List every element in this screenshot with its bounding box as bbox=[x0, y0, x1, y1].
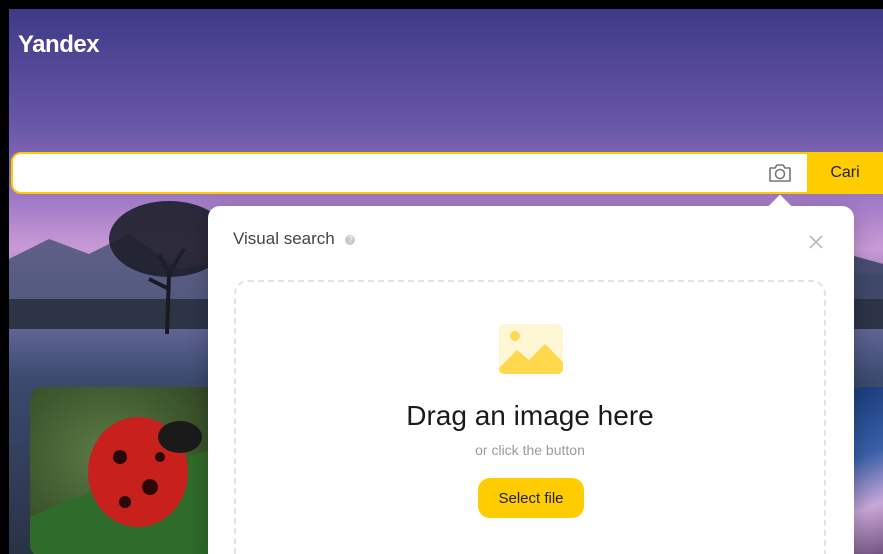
close-icon[interactable] bbox=[808, 234, 824, 250]
flowers-photo[interactable] bbox=[851, 387, 883, 554]
search-bar: Cari bbox=[11, 152, 883, 194]
search-input[interactable] bbox=[11, 152, 807, 194]
ladybug-photo[interactable] bbox=[30, 387, 220, 554]
or-click-text: or click the button bbox=[475, 442, 585, 458]
help-icon[interactable]: ? bbox=[345, 234, 356, 245]
camera-icon[interactable] bbox=[767, 161, 793, 185]
select-file-button[interactable]: Select file bbox=[478, 478, 584, 518]
dialog-pointer bbox=[768, 194, 792, 218]
visual-search-dialog: Visual search ? Drag an image here or cl… bbox=[208, 194, 854, 554]
search-button[interactable]: Cari bbox=[807, 152, 883, 194]
drag-image-text: Drag an image here bbox=[406, 400, 654, 431]
screen-frame: Yandex Cari Visual search ? Drag an imag… bbox=[0, 0, 883, 554]
image-dropzone[interactable]: Drag an image here or click the button S… bbox=[234, 280, 826, 554]
image-placeholder-icon bbox=[499, 324, 563, 374]
yandex-page: Yandex Cari Visual search ? Drag an imag… bbox=[9, 9, 883, 554]
dialog-title-text: Visual search bbox=[233, 229, 335, 248]
dialog-title: Visual search ? bbox=[233, 229, 356, 249]
ladybug-image bbox=[30, 417, 220, 554]
yandex-logo[interactable]: Yandex bbox=[18, 31, 100, 59]
